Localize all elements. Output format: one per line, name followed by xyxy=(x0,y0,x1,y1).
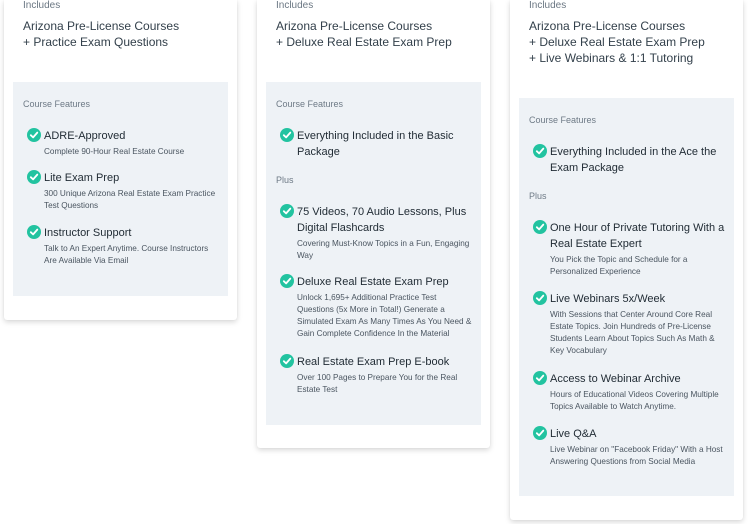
check-circle-icon xyxy=(27,225,41,239)
check-circle-icon xyxy=(280,204,294,218)
includes-line: + Deluxe Real Estate Exam Prep xyxy=(276,35,452,49)
feature-item: Real Estate Exam Prep E-book Over 100 Pa… xyxy=(280,354,473,396)
feature-title: Access to Webinar Archive xyxy=(550,373,681,385)
plus-label: Plus xyxy=(529,191,547,201)
feature-title: 75 Videos, 70 Audio Lessons, Plus Digita… xyxy=(297,206,467,234)
feature-title: Instructor Support xyxy=(44,227,132,239)
course-features-panel: Course Features Everything Included in t… xyxy=(519,98,734,496)
includes-list: Arizona Pre-License Courses + Deluxe Rea… xyxy=(529,18,705,66)
plus-label: Plus xyxy=(276,175,294,185)
base-feature-item: Everything Included in the Ace the Exam … xyxy=(533,144,726,176)
check-circle-icon xyxy=(533,220,547,234)
feature-title: Lite Exam Prep xyxy=(44,172,120,184)
includes-line: + Live Webinars & 1:1 Tutoring xyxy=(529,51,694,65)
includes-line: Arizona Pre-License Courses xyxy=(23,19,180,33)
check-circle-icon xyxy=(280,354,294,368)
course-features-title: Course Features xyxy=(276,99,344,109)
includes-line: Arizona Pre-License Courses xyxy=(276,19,433,33)
includes-line: + Deluxe Real Estate Exam Prep xyxy=(529,35,705,49)
feature-title: Deluxe Real Estate Exam Prep xyxy=(297,276,449,288)
check-circle-icon xyxy=(27,170,41,184)
feature-title: Real Estate Exam Prep E-book xyxy=(297,356,450,368)
feature-description: Talk to An Expert Anytime. Course Instru… xyxy=(44,244,209,265)
check-circle-icon xyxy=(533,144,547,158)
feature-item: 75 Videos, 70 Audio Lessons, Plus Digita… xyxy=(280,204,473,262)
check-circle-icon xyxy=(280,274,294,288)
feature-item: ADRE-Approved Complete 90-Hour Real Esta… xyxy=(27,128,220,158)
feature-description: Unlock 1,695+ Additional Practice Test Q… xyxy=(297,293,472,338)
feature-item: Lite Exam Prep 300 Unique Arizona Real E… xyxy=(27,170,220,212)
includes-list: Arizona Pre-License Courses + Deluxe Rea… xyxy=(276,18,452,50)
check-circle-icon xyxy=(280,128,294,142)
feature-item: Live Q&A Live Webinar on "Facebook Frida… xyxy=(533,426,726,468)
feature-description: With Sessions that Center Around Core Re… xyxy=(550,310,715,355)
base-feature-item: Everything Included in the Basic Package xyxy=(280,128,473,160)
feature-description: Complete 90-Hour Real Estate Course xyxy=(44,147,185,156)
includes-line: + Practice Exam Questions xyxy=(23,35,169,49)
feature-title: Live Q&A xyxy=(550,428,597,440)
feature-item: Live Webinars 5x/Week With Sessions that… xyxy=(533,291,726,357)
check-circle-icon xyxy=(533,371,547,385)
check-circle-icon xyxy=(533,291,547,305)
feature-description: Live Webinar on "Facebook Friday" With a… xyxy=(550,445,723,466)
course-features-title: Course Features xyxy=(23,99,91,109)
course-features-panel: Course Features ADRE-Approved Complete 9… xyxy=(13,82,228,296)
check-circle-icon xyxy=(533,426,547,440)
check-circle-icon xyxy=(27,128,41,142)
feature-title: One Hour of Private Tutoring With a Real… xyxy=(550,222,725,250)
feature-description: Over 100 Pages to Prepare You for the Re… xyxy=(297,373,458,394)
includes-label: Includes xyxy=(276,0,314,11)
feature-title: Everything Included in the Basic Package xyxy=(297,130,454,158)
includes-list: Arizona Pre-License Courses + Practice E… xyxy=(23,18,179,50)
package-card-deluxe: Includes Arizona Pre-License Courses + D… xyxy=(257,0,490,448)
feature-item: Instructor Support Talk to An Expert Any… xyxy=(27,225,220,267)
includes-line: Arizona Pre-License Courses xyxy=(529,19,686,33)
package-card-premium: Includes Arizona Pre-License Courses + D… xyxy=(510,0,743,520)
feature-title: Everything Included in the Ace the Exam … xyxy=(550,146,717,174)
includes-label: Includes xyxy=(23,0,61,11)
feature-item: Access to Webinar Archive Hours of Educa… xyxy=(533,371,726,413)
feature-description: 300 Unique Arizona Real Estate Exam Prac… xyxy=(44,189,216,210)
course-features-panel: Course Features Everything Included in t… xyxy=(266,82,481,425)
feature-item: Deluxe Real Estate Exam Prep Unlock 1,69… xyxy=(280,274,473,340)
course-features-title: Course Features xyxy=(529,115,597,125)
feature-title: Live Webinars 5x/Week xyxy=(550,293,666,305)
feature-description: Hours of Educational Videos Covering Mul… xyxy=(550,390,719,411)
feature-title: ADRE-Approved xyxy=(44,130,126,142)
feature-description: Covering Must-Know Topics in a Fun, Enga… xyxy=(297,239,470,260)
package-card-basic: Includes Arizona Pre-License Courses + P… xyxy=(4,0,237,320)
feature-description: You Pick the Topic and Schedule for a Pe… xyxy=(550,255,688,276)
feature-item: One Hour of Private Tutoring With a Real… xyxy=(533,220,726,278)
includes-label: Includes xyxy=(529,0,567,11)
